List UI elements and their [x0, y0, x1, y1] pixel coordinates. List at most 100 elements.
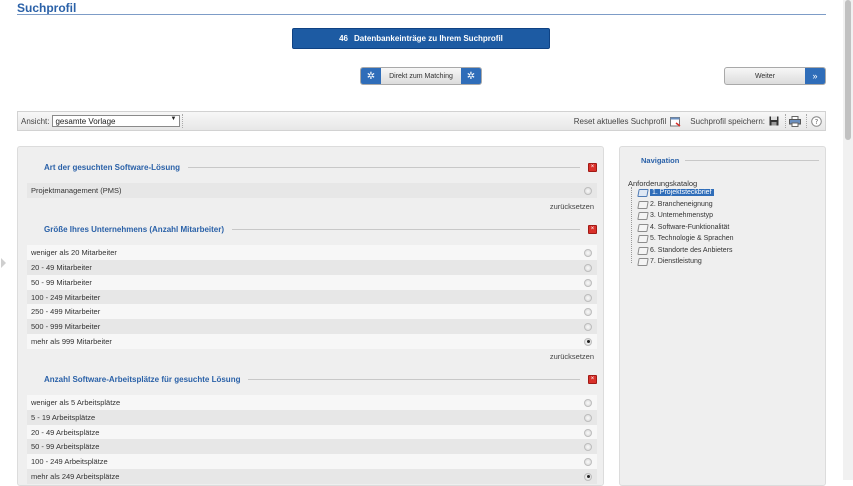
section-title: Art der gesuchten Software-Lösung [44, 162, 181, 172]
nav-item[interactable]: 5. Technologie & Sprachen [637, 233, 734, 244]
option-row[interactable]: 5 - 19 Arbeitsplätze [27, 410, 597, 425]
nav-item[interactable]: 6. Standorte des Anbieters [637, 245, 733, 256]
vertical-scrollbar[interactable] [843, 0, 853, 480]
view-toolbar: Ansicht: gesamte Vorlage ▼ Reset aktuell… [17, 111, 826, 131]
option-radio[interactable] [584, 248, 592, 257]
section-header: Art der gesuchten Software-Lösung × [27, 160, 597, 174]
option-row[interactable]: 100 - 249 Arbeitsplätze [27, 454, 597, 469]
nav-item[interactable]: 3. Unternehmenstyp [637, 210, 713, 221]
folder-icon [637, 200, 649, 209]
expand-arrow-icon[interactable] [1, 258, 6, 268]
folder-icon [637, 246, 649, 255]
toolbar-separator [182, 114, 184, 128]
nav-item-label: 2. Brancheneignung [650, 201, 713, 208]
option-radio[interactable] [584, 322, 592, 331]
section-divider [188, 166, 580, 168]
results-count-button[interactable]: 46 Datenbankeinträge zu Ihrem Suchprofil [292, 28, 550, 49]
option-radio[interactable] [584, 457, 592, 466]
gear-icon: ✲ [361, 68, 381, 84]
svg-text:?: ? [814, 118, 818, 126]
folder-icon [637, 234, 649, 243]
option-row[interactable]: Projektmanagement (PMS) [27, 183, 597, 198]
option-row[interactable]: 500 - 999 Mitarbeiter [27, 319, 597, 334]
reset-link[interactable]: zurücksetzen [550, 202, 594, 211]
option-row[interactable]: 100 - 249 Mitarbeiter [27, 290, 597, 305]
option-label: 20 - 49 Mitarbeiter [31, 263, 92, 272]
folder-icon [637, 211, 649, 220]
option-radio[interactable] [584, 186, 592, 195]
option-radio[interactable] [584, 442, 592, 451]
nav-item-label: 7. Dienstleistung [650, 258, 702, 265]
option-radio[interactable] [584, 428, 592, 437]
help-icon[interactable]: ? [810, 115, 822, 127]
tree-connector [631, 187, 632, 263]
option-row[interactable]: 50 - 99 Arbeitsplätze [27, 439, 597, 454]
nav-item[interactable]: 2. Brancheneignung [637, 199, 713, 210]
option-row[interactable]: weniger als 20 Mitarbeiter [27, 245, 597, 260]
option-radio[interactable] [584, 307, 592, 316]
view-label: Ansicht: [21, 116, 50, 126]
navigation-title: Navigation [641, 156, 680, 165]
option-radio[interactable] [584, 263, 592, 272]
section-title: Anzahl Software-Arbeitsplätze für gesuch… [44, 374, 241, 384]
reset-calendar-icon[interactable] [669, 115, 681, 127]
option-row[interactable]: mehr als 249 Arbeitsplätze [27, 469, 597, 484]
nav-item-label: 6. Standorte des Anbieters [650, 247, 733, 254]
section-divider [232, 228, 580, 230]
option-radio[interactable] [584, 398, 592, 407]
dropdown-caret-icon: ▼ [170, 116, 177, 122]
nav-item[interactable]: 7. Dienstleistung [637, 256, 702, 267]
close-section-icon[interactable]: × [588, 374, 597, 384]
reset-profile-label[interactable]: Reset aktuelles Suchprofil [574, 117, 667, 126]
option-radio[interactable] [584, 293, 592, 302]
scrollbar-thumb[interactable] [845, 0, 851, 140]
nav-item[interactable]: 4. Software-Funktionalität [637, 222, 730, 233]
option-label: Projektmanagement (PMS) [31, 186, 122, 195]
option-label: 20 - 49 Arbeitsplätze [31, 428, 100, 437]
nav-item[interactable]: 1. Projektsteckbrief [637, 187, 714, 198]
option-radio-checked[interactable] [584, 472, 592, 481]
next-button[interactable]: Weiter » [724, 67, 826, 85]
option-row[interactable]: 50 - 99 Mitarbeiter [27, 275, 597, 290]
close-section-icon[interactable]: × [588, 224, 597, 234]
option-label: weniger als 5 Arbeitsplätze [31, 398, 121, 407]
option-label: 250 - 499 Mitarbeiter [31, 307, 101, 316]
option-label: 50 - 99 Arbeitsplätze [31, 442, 100, 451]
reset-link[interactable]: zurücksetzen [550, 352, 594, 361]
nav-item-label: 1. Projektsteckbrief [650, 189, 714, 196]
print-icon[interactable] [789, 115, 801, 127]
option-row[interactable]: 20 - 49 Arbeitsplätze [27, 425, 597, 440]
option-row[interactable]: weniger als 5 Arbeitsplätze [27, 395, 597, 410]
section-header: Anzahl Software-Arbeitsplätze für gesuch… [27, 372, 597, 386]
option-label: 100 - 249 Arbeitsplätze [31, 457, 108, 466]
folder-icon [637, 188, 649, 197]
results-text: Datenbankeinträge zu Ihrem Suchprofil [353, 34, 503, 43]
matching-button-label: Direkt zum Matching [389, 72, 453, 80]
folder-icon [637, 223, 649, 232]
results-count: 46 [339, 34, 348, 43]
title-divider [17, 14, 826, 15]
option-label: 100 - 249 Mitarbeiter [31, 293, 101, 302]
option-radio[interactable] [584, 413, 592, 422]
option-row[interactable]: 20 - 49 Mitarbeiter [27, 260, 597, 275]
navigation-divider [685, 160, 819, 161]
section-title: Größe Ihres Unternehmens (Anzahl Mitarbe… [44, 224, 225, 234]
save-disk-icon[interactable] [768, 115, 780, 127]
double-chevron-right-icon: » [805, 68, 825, 84]
section-divider [248, 378, 580, 380]
option-label: 50 - 99 Mitarbeiter [31, 278, 92, 287]
option-radio-checked[interactable] [584, 337, 592, 346]
option-row[interactable]: mehr als 999 Mitarbeiter [27, 334, 597, 349]
navigation-header: Navigation [624, 156, 819, 165]
option-row[interactable]: 250 - 499 Mitarbeiter [27, 304, 597, 319]
matching-button[interactable]: ✲ Direkt zum Matching ✲ [360, 67, 482, 85]
close-section-icon[interactable]: × [588, 162, 597, 172]
next-button-label: Weiter [754, 72, 776, 80]
folder-icon [637, 257, 649, 266]
option-radio[interactable] [584, 278, 592, 287]
page-title: Suchprofil [17, 1, 77, 15]
option-label: 5 - 19 Arbeitsplätze [31, 413, 96, 422]
view-select-value: gesamte Vorlage [55, 116, 116, 126]
view-select[interactable]: gesamte Vorlage ▼ [52, 115, 181, 127]
nav-item-label: 4. Software-Funktionalität [650, 224, 730, 231]
